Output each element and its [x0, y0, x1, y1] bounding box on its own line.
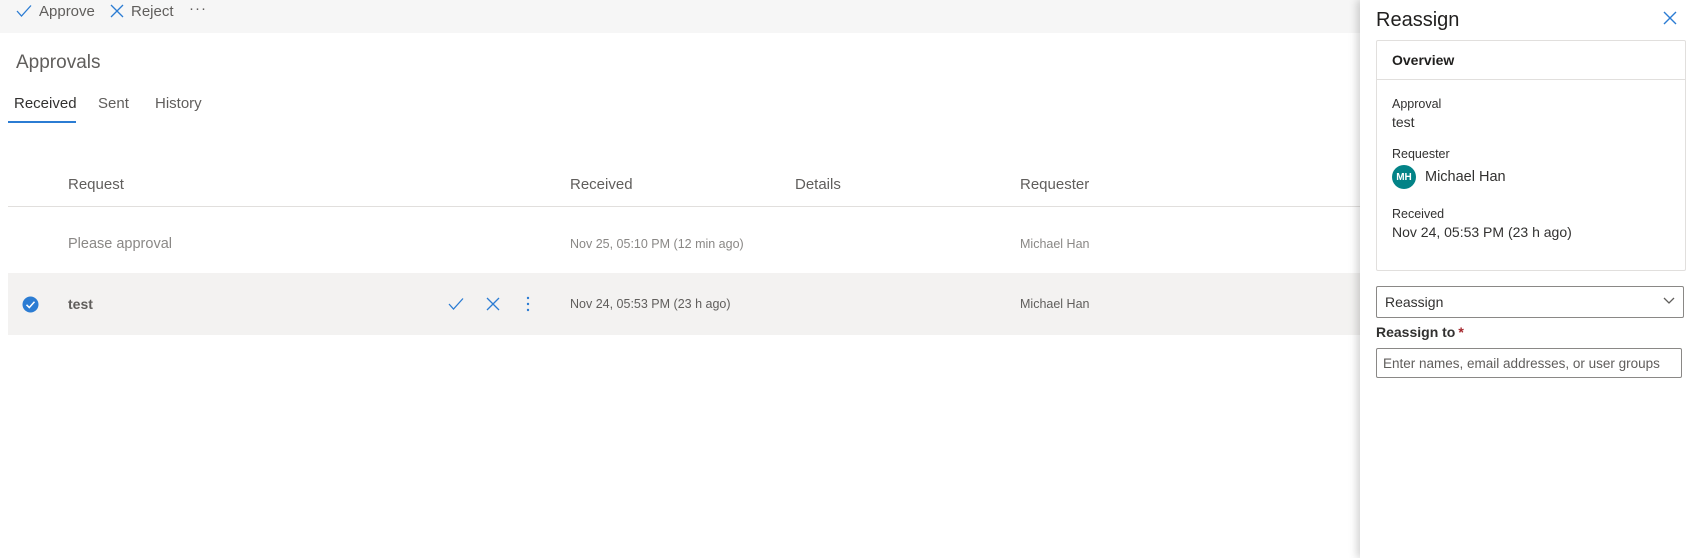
- reassign-to-label: Reassign to *: [1376, 324, 1464, 340]
- required-marker: *: [1458, 324, 1464, 340]
- approval-value: test: [1392, 114, 1415, 130]
- column-header-received[interactable]: Received: [570, 176, 633, 193]
- reassign-to-input[interactable]: [1376, 348, 1682, 378]
- approve-label: Approve: [39, 2, 95, 20]
- row-reject-button[interactable]: [486, 273, 500, 335]
- checkmark-icon: [448, 298, 464, 310]
- avatar: MH: [1392, 165, 1416, 189]
- header-divider: [8, 206, 1360, 207]
- reassign-panel: Reassign Overview Approval test Requeste…: [1360, 0, 1696, 558]
- tab-history[interactable]: History: [155, 95, 202, 112]
- row-received: Nov 24, 05:53 PM (23 h ago): [570, 297, 731, 311]
- row-requester: Michael Han: [1020, 297, 1090, 311]
- column-header-request[interactable]: Request: [68, 176, 124, 193]
- requester-name: Michael Han: [1425, 169, 1506, 185]
- approval-label: Approval: [1392, 97, 1442, 111]
- command-bar: Approve Reject ···: [0, 0, 1360, 33]
- checkmark-icon: [16, 5, 32, 17]
- column-header-requester[interactable]: Requester: [1020, 176, 1089, 193]
- row-received: Nov 25, 05:10 PM (12 min ago): [570, 237, 744, 251]
- row-more-button[interactable]: [526, 273, 530, 335]
- table-row-selected[interactable]: test Nov 24, 05:53 PM (23 h ago) Michael…: [8, 273, 1360, 335]
- more-icon: ···: [189, 0, 207, 17]
- row-checkbox[interactable]: [22, 273, 39, 335]
- close-icon: [1663, 11, 1677, 25]
- page-title: Approvals: [16, 52, 101, 73]
- action-dropdown-value: Reassign: [1385, 294, 1444, 310]
- close-panel-button[interactable]: [1662, 10, 1680, 28]
- panel-title: Reassign: [1376, 9, 1460, 31]
- approve-button[interactable]: Approve: [16, 0, 95, 22]
- reject-button[interactable]: Reject: [110, 0, 174, 22]
- received-label: Received: [1392, 207, 1445, 221]
- row-requester: Michael Han: [1020, 237, 1090, 251]
- received-value: Nov 24, 05:53 PM (23 h ago): [1392, 224, 1572, 240]
- more-options-button[interactable]: ···: [189, 0, 207, 19]
- overview-card: Overview Approval test Requester MH Mich…: [1376, 40, 1686, 271]
- row-approve-button[interactable]: [448, 273, 464, 335]
- row-request[interactable]: test: [68, 273, 93, 335]
- chevron-down-icon: [1663, 297, 1675, 304]
- checkmark-circle-icon: [22, 296, 39, 312]
- overview-header: Overview: [1377, 41, 1685, 80]
- table-row[interactable]: Please approval Nov 25, 05:10 PM (12 min…: [8, 213, 1360, 275]
- tab-sent[interactable]: Sent: [98, 95, 129, 112]
- vertical-ellipsis-icon: [526, 296, 530, 312]
- reject-label: Reject: [131, 2, 174, 20]
- reassign-to-label-text: Reassign to: [1376, 324, 1456, 340]
- requester-label: Requester: [1392, 147, 1450, 161]
- tab-active-indicator: [8, 121, 76, 123]
- tab-received[interactable]: Received: [14, 95, 77, 112]
- overview-heading: Overview: [1392, 52, 1455, 68]
- close-icon: [486, 297, 500, 311]
- action-dropdown[interactable]: Reassign: [1376, 286, 1684, 318]
- column-header-details[interactable]: Details: [795, 176, 841, 193]
- row-request[interactable]: Please approval: [68, 213, 172, 275]
- close-icon: [110, 4, 124, 18]
